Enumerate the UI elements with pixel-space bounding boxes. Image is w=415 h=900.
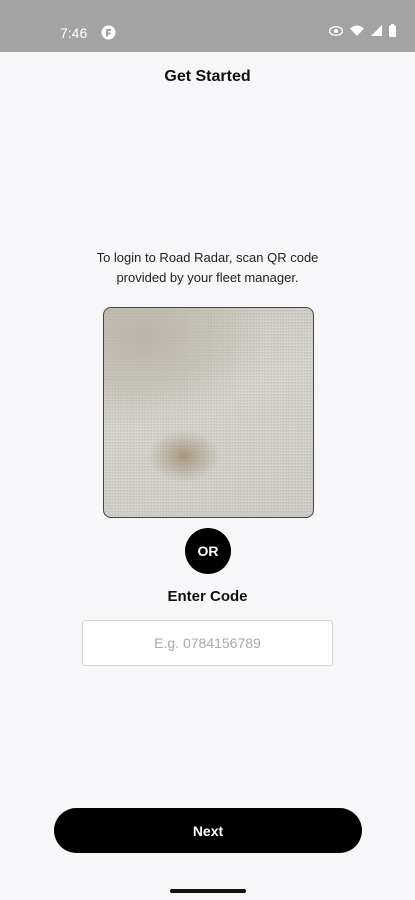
code-input[interactable] <box>82 620 333 666</box>
or-divider-badge: OR <box>185 528 231 574</box>
page-title: Get Started <box>164 68 251 85</box>
signal-icon <box>371 25 382 36</box>
battery-icon <box>389 24 396 37</box>
qr-scanner-camera-preview[interactable] <box>103 307 314 518</box>
next-button[interactable]: Next <box>54 808 362 853</box>
login-instructions: To login to Road Radar, scan QR code pro… <box>96 250 319 285</box>
status-icons <box>329 24 396 37</box>
home-indicator[interactable] <box>170 889 246 893</box>
wifi-icon <box>350 25 364 36</box>
eye-icon <box>329 25 343 36</box>
status-bar: 7:46 <box>0 0 415 52</box>
fleet-app-icon <box>101 25 116 40</box>
enter-code-label: Enter Code <box>167 588 248 605</box>
status-time: 7:46 <box>60 25 88 41</box>
